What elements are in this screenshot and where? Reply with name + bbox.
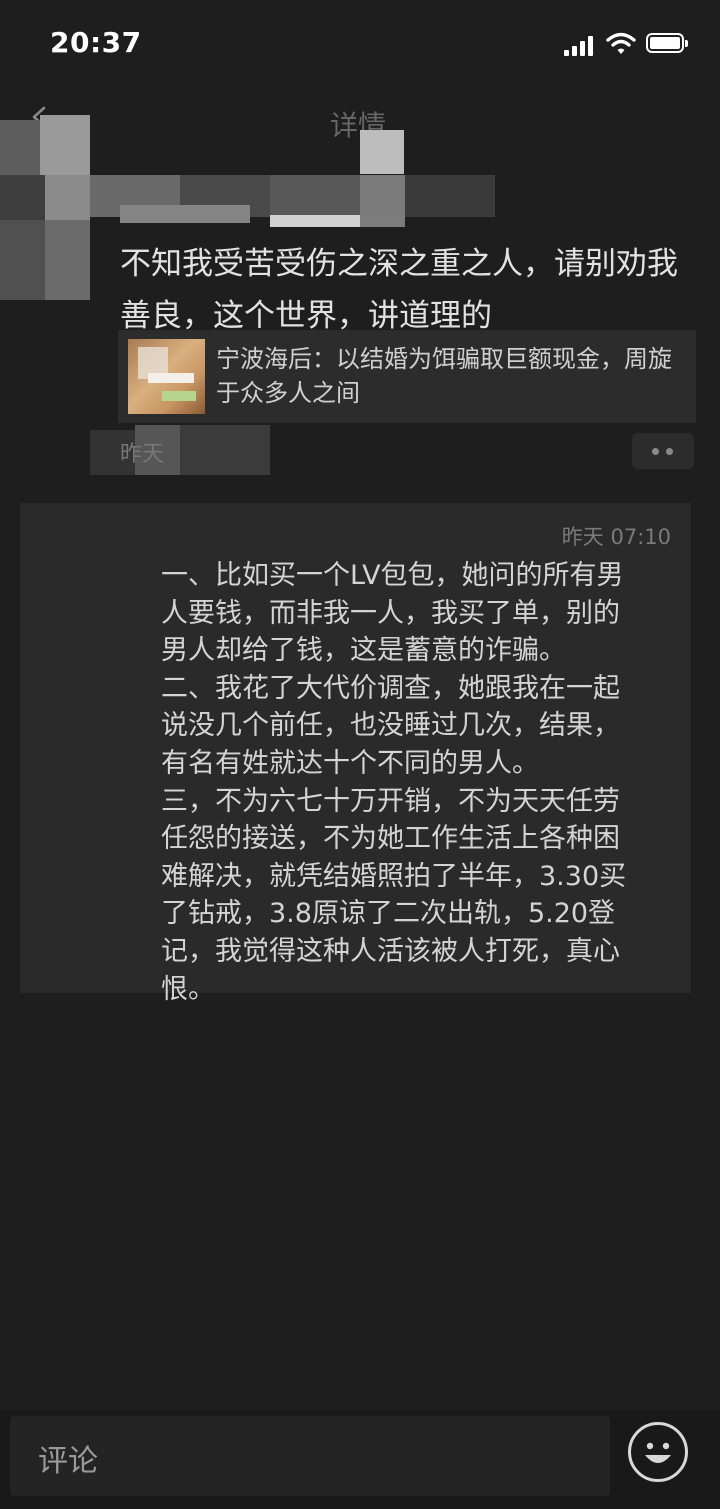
- comment-line: 恨。: [161, 973, 215, 1005]
- status-time: 20:37: [50, 26, 142, 59]
- comment-line: 有名有姓就达十个不同的男人。: [161, 747, 539, 779]
- smiley-icon: [645, 1442, 671, 1463]
- comment-timestamp: 昨天 07:10: [561, 525, 671, 549]
- article-title: 宁波海后：以结婚为饵骗取巨额现金，周旋于众多人之间: [216, 345, 672, 407]
- signal-icon: [564, 36, 596, 56]
- comment-input[interactable]: 评论: [10, 1416, 610, 1496]
- comment-line: 二、我花了大代价调查，她跟我在一起: [161, 672, 620, 704]
- post-content: 不知我受苦受伤之深之重之人，请别劝我善良，这个世界，讲道理的: [120, 246, 678, 334]
- comment-line: 三，不为六七十万开销，不为天天任劳: [161, 785, 620, 817]
- more-options-button[interactable]: [632, 433, 694, 469]
- comment-line: 难解决，就凭结婚照拍了半年，3.30买: [161, 860, 627, 892]
- wifi-icon: [606, 32, 636, 54]
- comment-bar: 评论: [0, 1410, 720, 1509]
- comment-text: 一、比如买一个LV包包，她问的所有男 人要钱，而非我一人，我买了单，别的 男人却…: [161, 557, 681, 1008]
- shared-article-card[interactable]: 宁波海后：以结婚为饵骗取巨额现金，周旋于众多人之间: [118, 330, 696, 423]
- comment-line: 一、比如买一个LV包包，她问的所有男: [161, 560, 624, 591]
- comment-line: 人要钱，而非我一人，我买了单，别的: [161, 597, 620, 629]
- comment-line: 了钻戒，3.8原谅了二次出轨，5.20登: [161, 898, 616, 930]
- battery-icon: [646, 33, 688, 55]
- article-thumbnail: [128, 339, 205, 414]
- comment-item: 昨天 07:10 一、比如买一个LV包包，她问的所有男 人要钱，而非我一人，我买…: [20, 503, 691, 1005]
- comment-placeholder: 评论: [38, 1444, 98, 1479]
- comment-line: 说没几个前任，也没睡过几次，结果，: [161, 710, 620, 742]
- emoji-button[interactable]: [628, 1422, 688, 1482]
- comment-line: 任怨的接送，不为她工作生活上各种困: [161, 823, 620, 855]
- comment-line: 男人却给了钱，这是蓄意的诈骗。: [161, 635, 566, 667]
- post-timestamp: 昨天: [120, 442, 165, 467]
- comment-line: 记，我觉得这种人活该被人打死，真心: [161, 935, 620, 967]
